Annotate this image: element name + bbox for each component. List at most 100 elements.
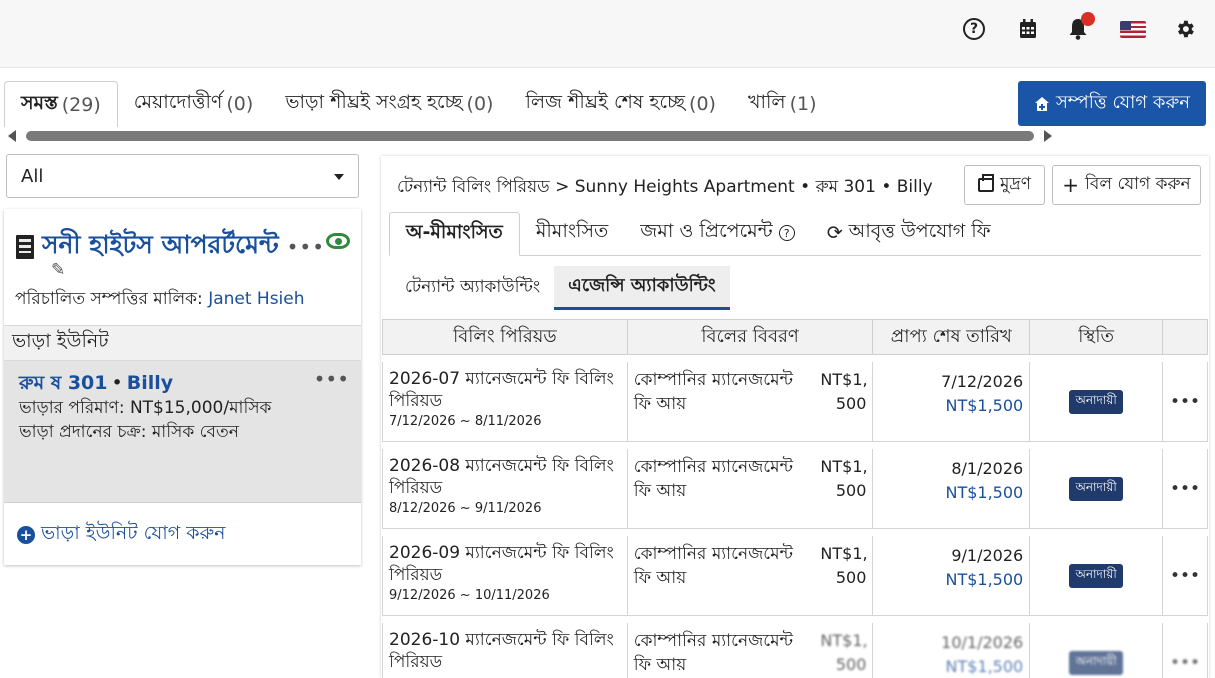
tab-lease-ending-soon[interactable]: লিজ শীঘ্রই শেষ হচ্ছে (0) — [509, 81, 732, 127]
add-bill-button[interactable]: + বিল যোগ করুন — [1052, 165, 1201, 205]
due-date: 10/1/2026 — [941, 633, 1024, 652]
status-badge: অনাদায়ী — [1069, 563, 1123, 588]
add-bill-label: বিল যোগ করুন — [1085, 174, 1191, 194]
bill-details-cell: কোম্পানির ম্যানেজমেন্ট ফি আয় NT$1, 500 — [628, 536, 874, 615]
tab-label: লিজ শীঘ্রই শেষ হচ্ছে — [525, 91, 686, 113]
tab-label: আবৃত্ত উপযোগ ফি — [848, 220, 991, 242]
bill-amount: NT$1, 500 — [820, 457, 868, 500]
property-owner: পরিচালিত সম্পত্তির মালিক: Janet Hsieh — [15, 286, 305, 314]
tab-deposit-prepayment[interactable]: জমা ও প্রিপেমেন্ট ? — [624, 211, 810, 255]
table-row[interactable]: 2026-08 ম্যানেজমেন্ট ফি বিলিং পিরিয়ড 8/… — [382, 449, 1208, 529]
due-date: 9/1/2026 — [951, 546, 1024, 565]
print-button[interactable]: মুদ্রণ — [964, 165, 1045, 205]
scroll-left-icon[interactable] — [8, 130, 16, 142]
property-filter-select[interactable]: All — [6, 154, 359, 198]
scrollbar-thumb[interactable] — [26, 131, 1034, 141]
gear-icon[interactable] — [1170, 14, 1200, 44]
due-amount: NT$1,500 — [945, 657, 1024, 676]
tab-label: মেয়াদোত্তীর্ণ — [133, 91, 223, 113]
status-badge: অনাদায়ী — [1069, 476, 1123, 501]
tab-count: (29) — [61, 93, 101, 116]
plus-icon: + — [1062, 173, 1080, 197]
breadcrumb-tenant: Billy — [896, 177, 933, 197]
building-icon — [16, 234, 34, 259]
row-more-icon[interactable]: ••• — [1163, 623, 1207, 678]
unit-tenant: Billy — [126, 372, 174, 394]
row-more-glyph: ••• — [1169, 652, 1201, 673]
due-date: 7/12/2026 — [941, 372, 1024, 391]
rent-unit-item[interactable]: রুম ষ 301 • Billy ••• ভাড়ার পরিমাণ: NT$15… — [4, 361, 361, 503]
status-badge: অনাদায়ী — [1069, 650, 1123, 675]
row-more-icon[interactable]: ••• — [1163, 536, 1207, 615]
period-title: 2026-09 ম্যানেজমেন্ট ফি বিলিং পিরিয়ড — [389, 543, 614, 585]
col-bill-details: বিলের বিবরণ — [628, 320, 874, 354]
top-bar: ? — [0, 0, 1215, 68]
table-row[interactable]: 2026-09 ম্যানেজমেন্ট ফি বিলিং পিরিয়ড 9/… — [382, 536, 1208, 616]
owner-name[interactable]: Janet Hsieh — [208, 289, 304, 309]
eye-icon[interactable] — [326, 233, 350, 249]
help-glyph: ? — [963, 18, 985, 40]
period-range: 9/12/2026 ~ 10/11/2026 — [389, 588, 550, 603]
tab-settled[interactable]: মীমাংসিত — [520, 211, 624, 255]
bill-amount: NT$1, 500 — [820, 544, 868, 587]
tab-tenant-accounting[interactable]: টেন্যান্ট অ্যাকাউন্টিং — [391, 266, 554, 310]
help-icon[interactable]: ? — [778, 225, 795, 241]
print-label: মুদ্রণ — [999, 174, 1031, 194]
rent-units-header: ভাড়া ইউনিট — [4, 325, 361, 361]
property-filter-tabs: সমস্ত (29) মেয়াদোত্তীর্ণ (0) ভাড়া শীঘ্… — [4, 81, 832, 127]
table-row[interactable]: 2026-10 ম্যানেজমেন্ট ফি বিলিং পিরিয়ড কো… — [382, 623, 1208, 678]
add-unit-label: ভাড়া ইউনিট যোগ করুন — [41, 522, 226, 544]
help-icon[interactable]: ? — [959, 14, 989, 44]
notification-dot — [1081, 12, 1095, 26]
scroll-right-icon[interactable] — [1044, 130, 1052, 142]
tab-count: (0) — [466, 93, 494, 115]
row-more-icon[interactable]: ••• — [1163, 362, 1207, 441]
edit-icon[interactable]: ✎ — [51, 260, 65, 280]
status-cell: অনাদায়ী — [1030, 362, 1164, 441]
tab-recurring-utility-fee[interactable]: ⟳ আবৃত্ত উপযোগ ফি — [811, 211, 1007, 255]
breadcrumb-dot: • — [800, 177, 811, 197]
unit-rent-cycle: ভাড়া প্রদানের চক্র: মাসিক বেতন — [19, 422, 239, 442]
bill-amount: NT$1, 500 — [820, 631, 868, 674]
bill-description: কোম্পানির ম্যানেজমেন্ট ফি আয় — [633, 370, 793, 414]
unit-more-icon[interactable]: ••• — [314, 367, 349, 391]
tab-rent-due-soon[interactable]: ভাড়া শীঘ্রই সংগ্রহ হচ্ছে (0) — [269, 81, 509, 127]
language-selector[interactable] — [1118, 14, 1148, 44]
tab-count: (0) — [689, 93, 716, 115]
period-title: 2026-10 ম্যানেজমেন্ট ফি বিলিং পিরিয়ড — [389, 630, 614, 672]
refresh-icon: ⟳ — [826, 222, 843, 244]
billing-period-cell: 2026-10 ম্যানেজমেন্ট ফি বিলিং পিরিয়ড — [383, 623, 628, 678]
due-amount: NT$1,500 — [945, 570, 1024, 589]
filter-selected-value: All — [21, 165, 44, 187]
tab-label: অ-মীমাংসিত — [406, 221, 503, 243]
status-badge: অনাদায়ী — [1069, 389, 1123, 414]
table-row[interactable]: 2026-07 ম্যানেজমেন্ট ফি বিলিং পিরিয়ড 7/… — [382, 362, 1208, 442]
col-status: স্থিতি — [1030, 320, 1164, 354]
property-more-icon[interactable]: ••• — [287, 235, 325, 259]
property-name[interactable]: সনী হাইটস আপরর্টমেন্ট — [42, 225, 279, 268]
add-rent-unit-button[interactable]: + ভাড়া ইউনিট যোগ করুন — [17, 519, 226, 551]
tab-unsettled[interactable]: অ-মীমাংসিত — [389, 212, 520, 256]
tab-vacant[interactable]: খালি (1) — [732, 81, 833, 127]
bill-description: কোম্পানির ম্যানেজমেন্ট ফি আয় — [633, 631, 793, 675]
tab-label: ভাড়া শীঘ্রই সংগ্রহ হচ্ছে — [285, 91, 463, 113]
accounting-tabs: টেন্যান্ট অ্যাকাউন্টিং এজেন্সি অ্যাকাউন্… — [391, 266, 730, 310]
row-more-icon[interactable]: ••• — [1163, 449, 1207, 528]
bill-status-tabs: অ-মীমাংসিত মীমাংসিত জমা ও প্রিপেমেন্ট ? … — [389, 212, 1201, 256]
tabs-horizontal-scrollbar[interactable] — [4, 128, 1056, 144]
tab-agency-accounting[interactable]: এজেন্সি অ্যাকাউন্টিং — [554, 266, 730, 310]
breadcrumb-root[interactable]: টেন্যান্ট বিলিং পিরিয়ড — [397, 177, 550, 197]
due-date: 8/1/2026 — [951, 459, 1024, 478]
tab-overdue[interactable]: মেয়াদোত্তীর্ণ (0) — [118, 81, 270, 127]
breadcrumb-dot: • — [881, 177, 892, 197]
calendar-icon[interactable] — [1013, 14, 1043, 44]
tab-label: খালি — [747, 91, 786, 113]
add-property-button[interactable]: সম্পত্তি যোগ করুন — [1018, 81, 1206, 126]
property-card: সনী হাইটস আপরর্টমেন্ট ••• ✎ পরিচালিত সম্… — [4, 209, 361, 565]
period-range: 8/12/2026 ~ 9/11/2026 — [389, 501, 542, 516]
table-header: বিলিং পিরিয়ড বিলের বিবরণ প্রাপ্য শেষ তা… — [382, 319, 1208, 355]
bill-details-cell: কোম্পানির ম্যানেজমেন্ট ফি আয় NT$1, 500 — [628, 449, 874, 528]
owner-label: পরিচালিত সম্পত্তির মালিক: — [15, 289, 203, 309]
tab-all[interactable]: সমস্ত (29) — [4, 81, 118, 127]
bell-icon[interactable] — [1063, 12, 1095, 44]
